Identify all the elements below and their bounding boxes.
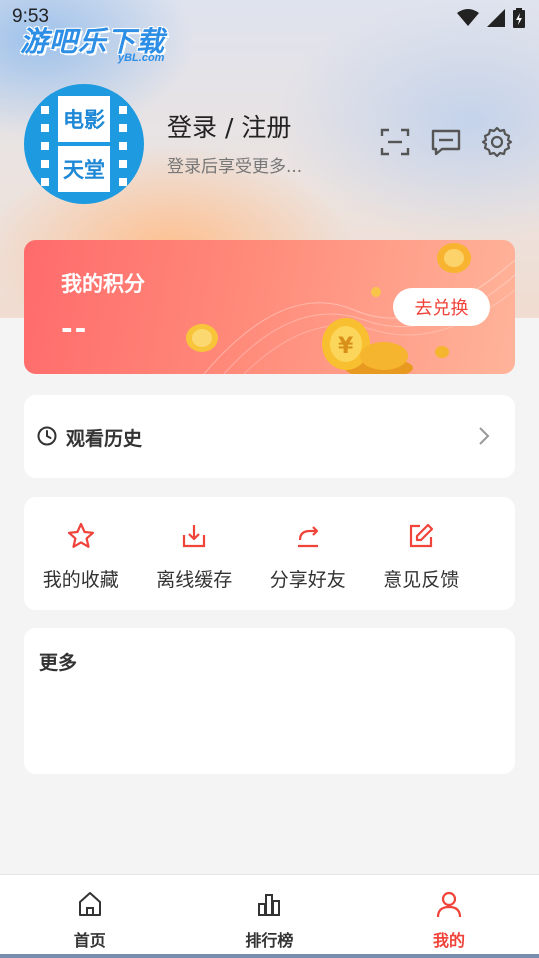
- login-register-link[interactable]: 登录 / 注册: [167, 108, 291, 144]
- message-icon[interactable]: [430, 126, 462, 158]
- chevron-right-icon: [479, 427, 490, 445]
- signal-icon: [487, 9, 505, 27]
- login-subtitle: 登录后享受更多...: [167, 157, 303, 177]
- watermark-subtext: yBL.com: [118, 52, 165, 64]
- avatar[interactable]: 电影 天堂: [24, 84, 144, 204]
- quick-actions: 我的收藏 离线缓存 分享好友 意见反馈: [24, 497, 515, 610]
- film-hole: [119, 178, 127, 186]
- film-hole: [119, 106, 127, 114]
- points-card[interactable]: ¥ 我的积分 -- 去兑换: [24, 240, 515, 374]
- film-hole: [119, 160, 127, 168]
- download-icon: [183, 525, 206, 548]
- action-label: 离线缓存: [156, 569, 233, 591]
- home-icon: [78, 892, 101, 916]
- film-hole: [119, 142, 127, 150]
- profile-icon: [436, 891, 462, 918]
- svg-text:¥: ¥: [338, 334, 354, 359]
- action-label: 分享好友: [269, 569, 346, 591]
- feedback-icon: [410, 523, 434, 548]
- avatar-text-bottom: 天堂: [58, 146, 110, 192]
- points-value: --: [61, 312, 89, 345]
- watermark-logo: 游吧乐下载 yBL.com: [18, 16, 188, 68]
- star-icon: [67, 522, 94, 548]
- settings-icon[interactable]: [481, 126, 513, 158]
- nav-profile[interactable]: 我的: [359, 875, 539, 955]
- nav-label: 首页: [73, 931, 106, 950]
- nav-home[interactable]: 首页: [0, 875, 180, 955]
- nav-label: 我的: [432, 931, 465, 950]
- points-title: 我的积分: [61, 272, 145, 296]
- ranking-icon: [258, 894, 281, 916]
- film-hole: [41, 178, 49, 186]
- bottom-navigation: 首页 排行榜 我的: [0, 874, 539, 954]
- film-hole: [41, 124, 49, 132]
- redeem-button[interactable]: 去兑换: [393, 288, 490, 326]
- battery-icon: [513, 8, 525, 28]
- film-hole: [119, 124, 127, 132]
- nav-label: 排行榜: [245, 931, 294, 950]
- nav-ranking[interactable]: 排行榜: [180, 875, 360, 955]
- action-offline-cache[interactable]: 离线缓存: [138, 497, 252, 610]
- film-hole: [41, 142, 49, 150]
- action-label: 意见反馈: [383, 569, 460, 591]
- avatar-text-top: 电影: [58, 96, 110, 142]
- action-favorites[interactable]: 我的收藏: [24, 497, 138, 610]
- system-bottom-strip: [0, 954, 539, 958]
- clock-icon: [37, 426, 57, 446]
- more-title: 更多: [39, 652, 78, 674]
- action-label: 我的收藏: [42, 569, 119, 591]
- watch-history-label: 观看历史: [66, 428, 143, 450]
- film-hole: [41, 106, 49, 114]
- more-section: 更多: [24, 628, 515, 774]
- share-icon: [297, 526, 318, 548]
- action-feedback[interactable]: 意见反馈: [365, 497, 479, 610]
- watch-history-row[interactable]: 观看历史: [24, 395, 515, 478]
- scan-icon[interactable]: [379, 126, 411, 158]
- wifi-icon: [457, 9, 479, 26]
- action-share[interactable]: 分享好友: [251, 497, 365, 610]
- status-icons: [457, 8, 525, 28]
- film-hole: [41, 160, 49, 168]
